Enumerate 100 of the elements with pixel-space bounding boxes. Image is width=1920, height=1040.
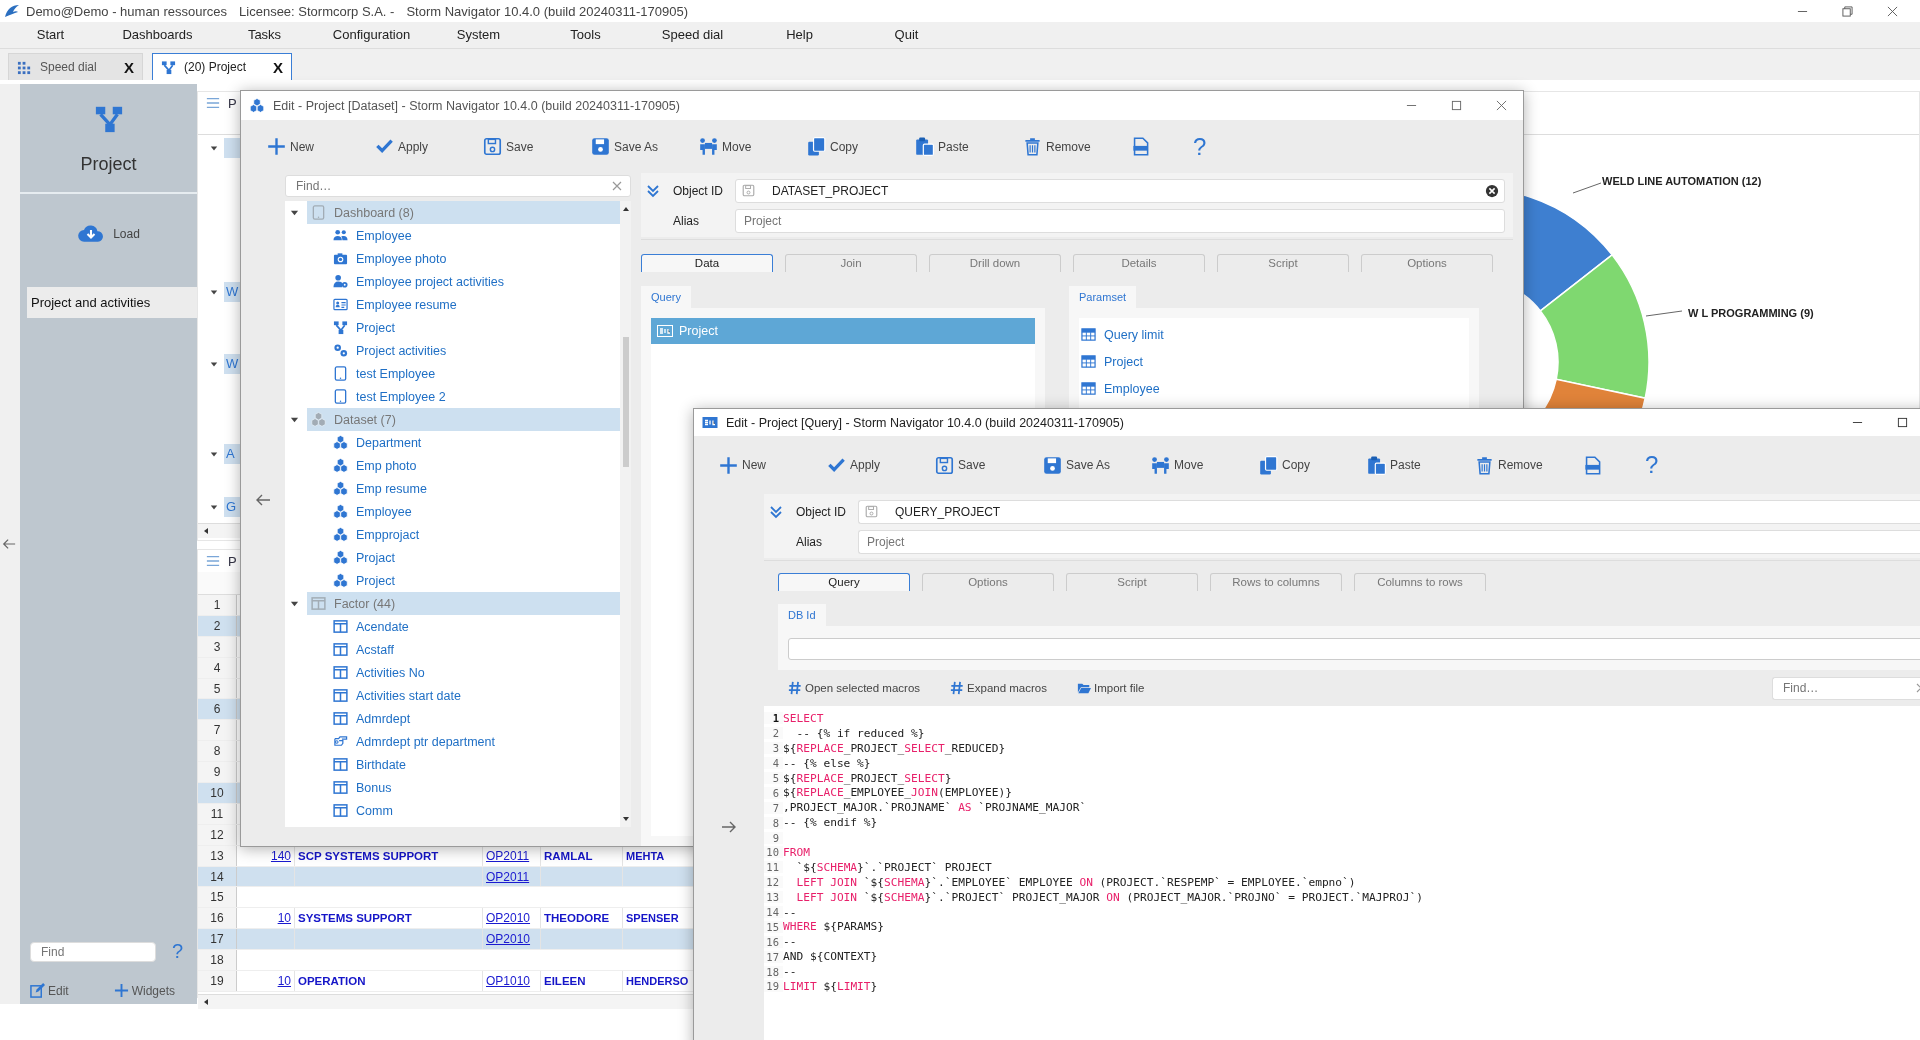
table-link[interactable]: OP2010 [486, 911, 531, 926]
expand-triangle-icon[interactable] [290, 208, 299, 217]
scrollbar-thumb[interactable] [622, 337, 629, 467]
toolbar-button[interactable]: ? [1193, 132, 1301, 161]
tree-item[interactable]: Empprojact [285, 523, 620, 546]
text-field[interactable]: DATASET_PROJECT [735, 179, 1505, 203]
panel-tab[interactable]: DB Id [778, 604, 826, 626]
text-field[interactable]: Project [858, 530, 1920, 554]
tab[interactable]: Script [1217, 254, 1349, 272]
tree-item[interactable]: Employee resume [285, 293, 620, 316]
menu-item[interactable]: Speed dial [639, 22, 746, 48]
tab[interactable]: Drill down [929, 254, 1061, 272]
tab[interactable]: Query [778, 573, 910, 591]
close-icon[interactable] [1887, 5, 1898, 17]
tab[interactable]: Script [1066, 573, 1198, 591]
tree-item[interactable]: Employee photo [285, 247, 620, 270]
close-icon[interactable] [1496, 100, 1507, 112]
tree-item[interactable]: Employee [285, 224, 620, 247]
list-item[interactable]: Query limit [1079, 321, 1469, 348]
expand-triangle-icon[interactable] [210, 503, 218, 511]
row-number[interactable]: 1 [198, 595, 237, 615]
expand-triangle-icon[interactable] [210, 288, 218, 296]
tree-item[interactable]: Acstaff [285, 638, 620, 661]
row-number[interactable]: 16 [198, 908, 237, 929]
widgets-button[interactable]: Widgets [113, 983, 175, 998]
edit-button[interactable]: Edit [30, 983, 69, 998]
arrow-right-icon[interactable] [721, 819, 737, 835]
table-link[interactable]: 10 [277, 911, 291, 926]
tree-item[interactable]: Project [285, 569, 620, 592]
text-field[interactable]: Project [735, 209, 1505, 233]
expand-triangle-icon[interactable] [290, 415, 299, 424]
tree-item[interactable]: Activities start date [285, 684, 620, 707]
find-field[interactable]: Find… [285, 175, 631, 197]
maximize-icon[interactable] [1897, 417, 1908, 428]
panel-tab[interactable]: Paramset [1069, 286, 1137, 308]
toolbar-button[interactable]: Save As [1043, 455, 1151, 475]
toolbar-button[interactable]: Paste [1367, 455, 1475, 475]
row-number[interactable]: 7 [198, 720, 237, 741]
table-link[interactable]: OP2011 [486, 869, 530, 884]
find-field[interactable]: Find… [1781, 680, 1912, 696]
tab-close-button[interactable]: X [124, 58, 134, 76]
toolbar-button[interactable]: Save [935, 455, 1043, 475]
toolbar-button[interactable]: New [267, 137, 375, 157]
scroll-up-icon[interactable] [621, 205, 630, 213]
tree-item[interactable]: test Employee 2 [285, 385, 620, 408]
arrow-left-icon[interactable] [2, 537, 16, 551]
tab[interactable]: Options [922, 573, 1054, 591]
toolbar-button[interactable]: Remove [1023, 137, 1131, 157]
tab[interactable]: Join [785, 254, 917, 272]
toolbar-button[interactable]: Save [483, 137, 591, 157]
maximize-icon[interactable] [1451, 100, 1462, 112]
row-number[interactable]: 17 [198, 929, 237, 950]
tree-item[interactable]: Bonus [285, 776, 620, 799]
expand-triangle-icon[interactable] [210, 450, 218, 458]
row-number[interactable]: 11 [198, 803, 237, 824]
tree-item[interactable]: Project [285, 316, 620, 339]
toolbar-button[interactable]: Remove [1475, 455, 1583, 475]
table-link[interactable]: OP2010 [486, 932, 531, 947]
scroll-left-icon[interactable] [202, 527, 210, 535]
tree-item[interactable]: Emp resume [285, 477, 620, 500]
tree-item[interactable]: Acendate [285, 615, 620, 638]
db-id-field[interactable] [788, 638, 1920, 660]
tree-item[interactable]: Employee project activities [285, 270, 620, 293]
row-number[interactable]: 8 [198, 741, 237, 762]
row-number[interactable]: 18 [198, 950, 237, 971]
tree-item[interactable]: Projact [285, 546, 620, 569]
tree-item[interactable]: Department [285, 431, 620, 454]
tab[interactable]: Options [1361, 254, 1493, 272]
text-field[interactable]: QUERY_PROJECT [858, 500, 1920, 524]
menu-item[interactable]: Quit [853, 22, 960, 48]
find-field[interactable]: Find… [1772, 676, 1920, 700]
scroll-down-icon[interactable] [621, 815, 630, 823]
toolbar-button[interactable]: Paste [915, 137, 1023, 157]
tree-item[interactable]: test Employee [285, 362, 620, 385]
panel-tab[interactable]: Query [641, 286, 691, 308]
toolbar-button[interactable]: ? [1645, 451, 1753, 479]
action-button[interactable]: Import file [1076, 681, 1145, 695]
toolbar-button[interactable]: Save As [591, 137, 699, 157]
row-number[interactable]: 6 [198, 699, 237, 720]
tab[interactable]: Details [1073, 254, 1205, 272]
load-button[interactable]: Load [73, 220, 144, 247]
app-tab[interactable]: Speed dial X [8, 53, 143, 80]
tree-item[interactable]: Activities No [285, 661, 620, 684]
row-number[interactable]: 15 [198, 887, 237, 908]
action-button[interactable]: Open selected macros [788, 681, 921, 695]
menu-item[interactable]: Tasks [211, 22, 318, 48]
expand-triangle-icon[interactable] [210, 360, 218, 368]
table-link[interactable]: 10 [277, 974, 291, 989]
tab[interactable]: Columns to rows [1354, 573, 1486, 591]
action-button[interactable]: Expand macros [950, 681, 1047, 695]
clear-icon[interactable] [1485, 184, 1499, 198]
row-number[interactable]: 9 [198, 762, 237, 782]
toolbar-button[interactable]: New [719, 455, 827, 475]
row-number[interactable]: 19 [198, 971, 237, 991]
toolbar-button[interactable]: Move [1151, 455, 1259, 475]
double-chevron-down-icon[interactable] [645, 183, 661, 199]
menu-item[interactable]: System [425, 22, 532, 48]
toolbar-button[interactable]: Apply [827, 455, 935, 475]
app-tab[interactable]: (20) Project X [152, 53, 292, 80]
row-number[interactable]: 2 [198, 615, 237, 636]
